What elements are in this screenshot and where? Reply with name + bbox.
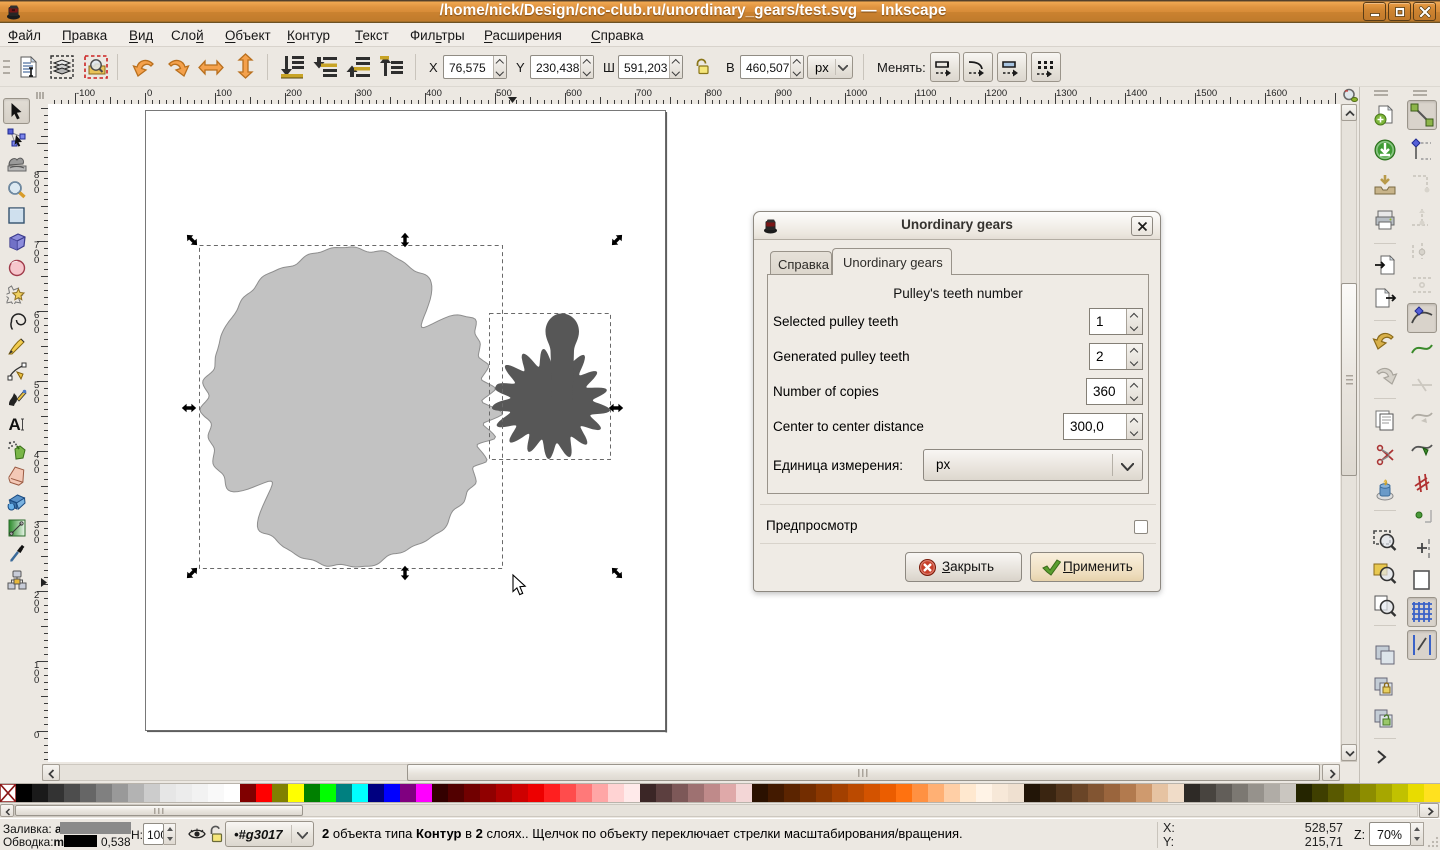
- svg-text:A: A: [8, 415, 20, 433]
